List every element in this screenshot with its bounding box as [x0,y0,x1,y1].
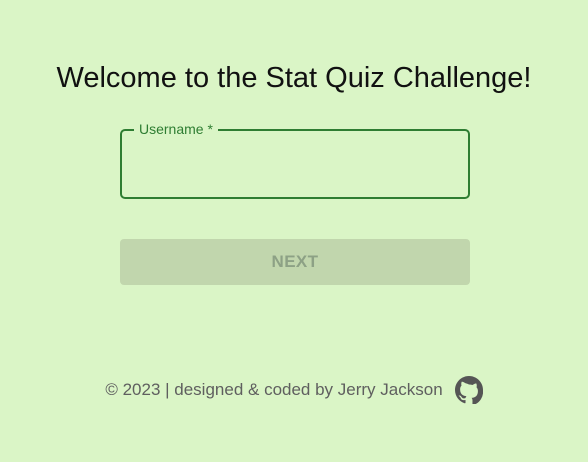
username-label: Username * [134,119,218,139]
next-button: NEXT [120,239,470,285]
username-field[interactable]: Username * [120,119,470,199]
page-title: Welcome to the Stat Quiz Challenge! [56,62,532,94]
github-link[interactable] [454,376,483,404]
footer: © 2023 | designed & coded by Jerry Jacks… [0,376,588,404]
footer-text: © 2023 | designed & coded by Jerry Jacks… [105,380,443,399]
username-input[interactable] [122,131,468,197]
github-icon [454,376,483,404]
quiz-start-page: Welcome to the Stat Quiz Challenge! User… [0,0,588,462]
